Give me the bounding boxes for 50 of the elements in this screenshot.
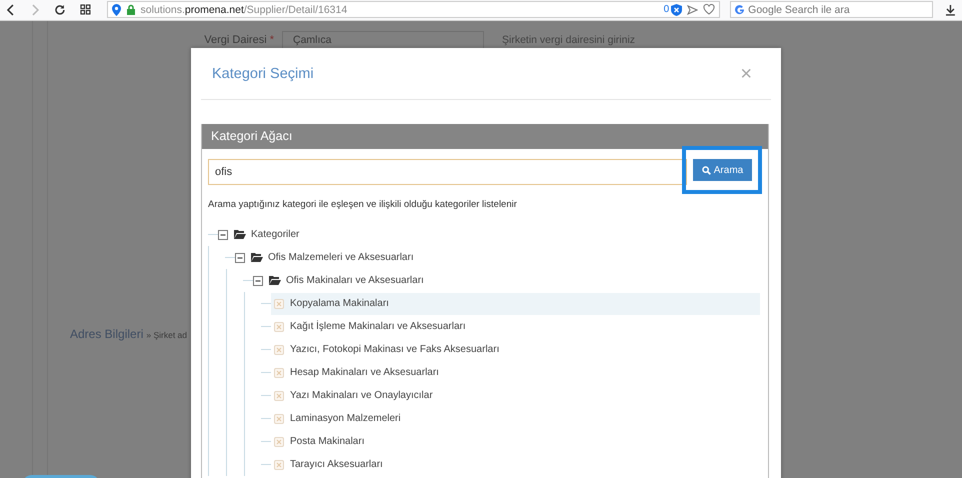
tree-item[interactable]: Tarayıcı Aksesuarları	[271, 454, 760, 476]
shield-icon[interactable]	[671, 4, 682, 16]
tree-folder[interactable]: Kategoriler	[251, 229, 300, 240]
location-pin-icon[interactable]	[112, 4, 121, 16]
tree-item[interactable]: Yazıcı, Fotokopi Makinası ve Faks Aksesuarları	[271, 338, 760, 360]
web-search-input[interactable]: Google Search ile ara	[748, 4, 918, 16]
send-icon[interactable]	[687, 4, 698, 14]
folder-icon	[269, 276, 281, 285]
web-search-field[interactable]: Google Search ile ara	[730, 1, 934, 18]
url-text[interactable]: solutions.promena.net/Supplier/Detail/16314	[140, 4, 659, 16]
x-box-icon	[274, 298, 284, 308]
g-logo-icon	[735, 4, 746, 14]
heart-icon[interactable]	[703, 4, 716, 15]
x-box-icon	[274, 344, 284, 354]
x-box-icon	[274, 322, 284, 332]
search-icon	[702, 166, 711, 174]
modal-title: Kategori Seçimi	[212, 66, 314, 82]
hint-text: Arama yaptığınız kategori ile eşleşen ve ilişkili olduğu kategoriler listelenir	[208, 199, 518, 210]
grid-icon[interactable]	[80, 4, 91, 15]
x-box-icon	[274, 414, 284, 424]
tree-item[interactable]: Laminasyon Malzemeleri	[271, 408, 760, 430]
lock-icon	[126, 4, 136, 15]
tree-item[interactable]: Kopyalama Makinaları	[271, 292, 760, 314]
download-icon[interactable]	[945, 4, 956, 16]
collapse-toggle-icon[interactable]	[218, 230, 228, 240]
x-box-icon	[274, 390, 284, 400]
tree-folder[interactable]: Ofis Makinaları ve Aksesuarları	[286, 275, 424, 286]
x-box-icon	[274, 436, 284, 446]
field-label: Vergi Dairesi *	[203, 34, 275, 46]
x-box-icon	[274, 460, 284, 470]
panel-header: Kategori Ağacı	[202, 124, 768, 149]
tree-item[interactable]: Kağıt İşleme Makinaları ve Aksesuarları	[271, 316, 760, 338]
section-subtitle: » Şirket ad	[146, 330, 187, 340]
reload-icon[interactable]	[54, 4, 66, 16]
folder-icon	[251, 253, 263, 262]
tree-folder[interactable]: Ofis Malzemeleri ve Aksesuarları	[268, 252, 414, 263]
help-text: Şirketin vergi dairesini giriniz	[502, 34, 636, 46]
tree-item[interactable]: Posta Makinaları	[271, 430, 760, 452]
x-box-icon	[274, 368, 284, 378]
category-search-field[interactable]: ofis	[208, 159, 687, 185]
collapse-toggle-icon[interactable]	[253, 276, 263, 286]
collapse-toggle-icon[interactable]	[235, 252, 245, 262]
tree-item[interactable]: Hesap Makinaları ve Aksesuarları	[271, 362, 760, 384]
address-bar[interactable]: solutions.promena.net/Supplier/Detail/16314 0	[106, 1, 720, 18]
tree-item[interactable]: Yazı Makinaları ve Onaylayıcılar	[271, 384, 760, 406]
section-title: Adres Bilgileri	[70, 327, 144, 341]
blocked-count: 0	[664, 4, 670, 15]
back-icon[interactable]	[6, 4, 16, 16]
folder-icon	[234, 230, 246, 239]
search-button[interactable]: Arama	[693, 159, 752, 181]
